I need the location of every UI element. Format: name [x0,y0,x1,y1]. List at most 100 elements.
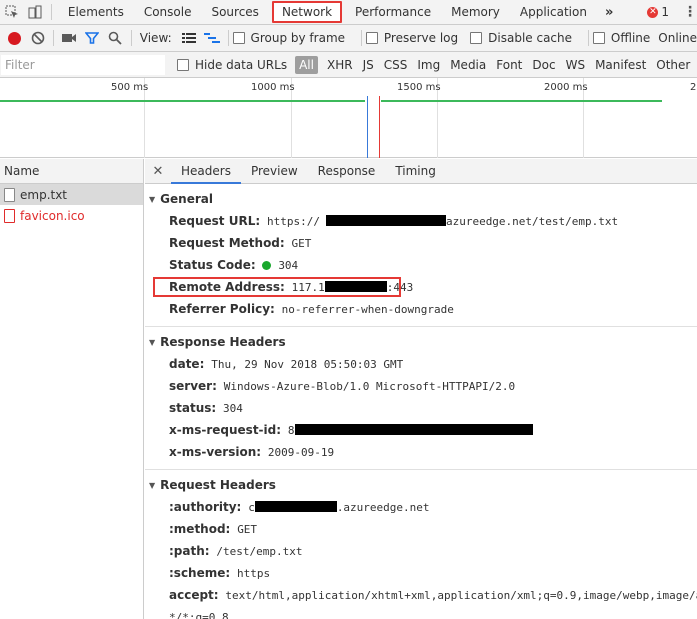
filter-type-doc[interactable]: Doc [527,58,560,72]
separator [53,30,54,46]
header-key: Status Code: [169,258,256,272]
header-key: x-ms-request-id: [169,423,282,437]
network-overview-timeline[interactable]: 500 ms 1000 ms 1500 ms 2000 ms 2 [0,78,697,158]
tab-elements[interactable]: Elements [58,0,134,24]
dom-content-loaded-marker [367,96,368,158]
header-key: server: [169,379,217,393]
request-row-emp-txt[interactable]: emp.txt [0,184,143,205]
request-list: Name emp.txt favicon.ico [0,159,144,619]
redacted-block [294,424,533,435]
header-value: 304 [223,402,243,415]
collapse-triangle-icon: ▼ [149,481,156,490]
timeline-tick-label: 2000 ms [544,82,588,93]
throttling-select[interactable]: Online [658,31,697,45]
header-value: no-referrer-when-downgrade [281,303,454,316]
filter-type-img[interactable]: Img [412,58,445,72]
record-button[interactable] [3,25,26,51]
header-key: date: [169,357,205,371]
close-icon[interactable]: ✕ [145,164,171,179]
collapse-triangle-icon: ▼ [149,195,156,204]
tab-preview[interactable]: Preview [241,159,308,184]
redacted-block [254,501,337,512]
preserve-log-checkbox[interactable]: Preserve log [365,31,459,45]
device-toolbar-icon[interactable] [23,0,46,24]
tab-response[interactable]: Response [308,159,386,184]
checkbox-box[interactable] [177,58,189,71]
tab-memory[interactable]: Memory [441,0,510,24]
large-rows-button[interactable] [178,25,201,51]
group-by-frame-checkbox[interactable]: Group by frame [232,31,346,45]
clear-button[interactable] [26,25,49,51]
timeline-request-bar [381,100,662,102]
filter-type-js[interactable]: JS [358,58,379,72]
accept-row: accept: text/html,application/xhtml+xml,… [145,584,697,606]
general-section-header[interactable]: ▼ General [145,188,697,210]
checkbox-box[interactable] [365,32,378,44]
filter-type-ws[interactable]: WS [561,58,590,72]
offline-checkbox[interactable]: Offline [592,31,650,45]
separator [227,30,229,46]
tab-timing[interactable]: Timing [385,159,446,184]
disable-cache-label: Disable cache [488,31,573,45]
customize-menu-icon[interactable]: ⋮ [683,4,697,20]
tab-sources[interactable]: Sources [201,0,268,24]
request-name: emp.txt [20,187,68,202]
request-name: favicon.ico [20,208,85,223]
screenshot-button[interactable] [58,25,81,51]
request-headers-section-header[interactable]: ▼ Request Headers [145,474,697,496]
filter-type-all[interactable]: All [295,55,318,74]
filter-input[interactable] [1,54,165,75]
checkbox-box[interactable] [470,32,483,44]
server-row: server: Windows-Azure-Blob/1.0 Microsoft… [145,375,697,397]
filter-toggle-button[interactable] [81,25,104,51]
name-column-header[interactable]: Name [0,159,143,184]
header-value: GET [237,523,258,536]
response-headers-section-header[interactable]: ▼ Response Headers [145,331,697,353]
more-tabs-button[interactable]: » [597,5,621,20]
list-view-icon [182,33,197,43]
header-value: https [237,567,271,580]
hide-data-urls-checkbox[interactable]: Hide data URLs [177,58,287,72]
devtools-tabbar: Elements Console Sources Network Perform… [0,0,697,25]
filter-type-css[interactable]: CSS [379,58,413,72]
filter-type-xhr[interactable]: XHR [322,58,358,72]
filter-type-manifest[interactable]: Manifest [590,58,651,72]
filter-type-font[interactable]: Font [491,58,527,72]
authority-row: :authority: c .azureedge.net [145,496,697,518]
group-by-frame-label: Group by frame [250,31,346,45]
section-title: Response Headers [160,335,286,349]
preserve-log-label: Preserve log [383,31,459,45]
disable-cache-checkbox[interactable]: Disable cache [470,31,572,45]
search-button[interactable] [104,25,127,51]
tab-application[interactable]: Application [510,0,597,24]
document-icon [4,208,15,223]
header-value: https:// [266,215,320,228]
error-counter[interactable]: ✕ 1 [647,5,669,19]
accept-row-continued: */*;q=0.8 [145,606,697,619]
header-key: Request URL: [169,214,261,228]
header-value: */*;q=0.8 [169,611,229,619]
request-row-favicon[interactable]: favicon.ico [0,205,143,226]
header-value: /test/emp.txt [216,545,303,558]
section-title: Request Headers [160,478,276,492]
timeline-tick-label: 500 ms [111,82,149,93]
waterfall-button[interactable] [201,25,224,51]
filter-type-media[interactable]: Media [445,58,491,72]
filter-bar: Hide data URLs All XHR JS CSS Img Media … [0,52,697,78]
redacted-block [325,215,446,226]
timeline-request-bar [0,100,365,102]
tab-headers[interactable]: Headers [171,159,241,184]
tab-performance[interactable]: Performance [345,0,441,24]
tab-console[interactable]: Console [134,0,202,24]
checkbox-box[interactable] [592,32,605,44]
filter-type-other[interactable]: Other [651,58,695,72]
checkbox-box[interactable] [232,32,245,44]
scheme-row: :scheme: https [145,562,697,584]
request-detail-panel: ✕ Headers Preview Response Timing ▼ Gener… [145,159,697,619]
tab-network[interactable]: Network [271,1,343,23]
header-key: accept: [169,588,219,602]
clear-icon [31,31,44,45]
waterfall-icon [204,33,221,43]
inspect-element-icon[interactable] [0,0,23,24]
separator [50,4,52,20]
